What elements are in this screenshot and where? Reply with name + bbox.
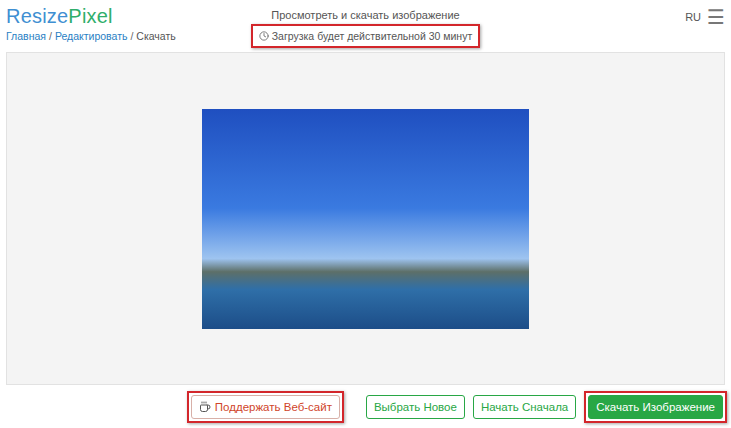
preview-panel (6, 52, 725, 385)
breadcrumb-item[interactable]: Главная (6, 30, 46, 42)
title-area: Просмотреть и скачать изображение Загрузк… (251, 4, 480, 48)
header: ResizePixelГлавная/Редактировать/Скачать… (0, 0, 731, 50)
support-button[interactable]: Поддержать Веб-сайт (191, 395, 340, 419)
outline-button[interactable]: Начать Сначала (473, 395, 576, 419)
primary-button[interactable]: Скачать Изображение (588, 395, 723, 419)
logo[interactable]: ResizePixel (6, 4, 251, 28)
breadcrumb-separator: / (130, 30, 133, 42)
breadcrumb-item: Скачать (136, 30, 175, 42)
header-actions: RU ☰ (480, 4, 725, 28)
button-highlight: Выбрать Новое (366, 395, 465, 419)
button-slot: Начать Сначала (473, 395, 576, 419)
breadcrumb-item[interactable]: Редактировать (55, 30, 128, 42)
page: ResizePixelГлавная/Редактировать/Скачать… (0, 0, 731, 428)
breadcrumb-separator: / (49, 30, 52, 42)
button-highlight: Поддержать Веб-сайт (187, 391, 344, 423)
button-slot: Выбрать Новое (366, 395, 465, 419)
clock-icon (259, 31, 269, 41)
notice: Загрузка будет действительной 30 минут (255, 28, 476, 44)
notice-text: Загрузка будет действительной 30 минут (272, 30, 472, 42)
breadcrumb: Главная/Редактировать/Скачать (6, 30, 251, 42)
page-title: Просмотреть и скачать изображение (271, 9, 459, 21)
logo-part: Resize (6, 5, 68, 27)
language-switch[interactable]: RU (685, 11, 701, 23)
button-bar: Поддержать Веб-сайт Выбрать Новое Начать С… (0, 385, 731, 428)
logo-part: Pixel (68, 5, 112, 27)
outline-button[interactable]: Выбрать Новое (366, 395, 465, 419)
menu-button[interactable]: ☰ (707, 6, 725, 28)
button-slot: Поддержать Веб-сайт (187, 391, 344, 423)
button-highlight: Начать Сначала (473, 395, 576, 419)
preview-image (202, 109, 529, 329)
mug-icon (199, 401, 211, 413)
button-highlight: Скачать Изображение (584, 391, 727, 423)
brand-area: ResizePixelГлавная/Редактировать/Скачать (6, 4, 251, 42)
notice-highlight: Загрузка будет действительной 30 минут (251, 24, 480, 48)
button-slot: Скачать Изображение (584, 391, 727, 423)
